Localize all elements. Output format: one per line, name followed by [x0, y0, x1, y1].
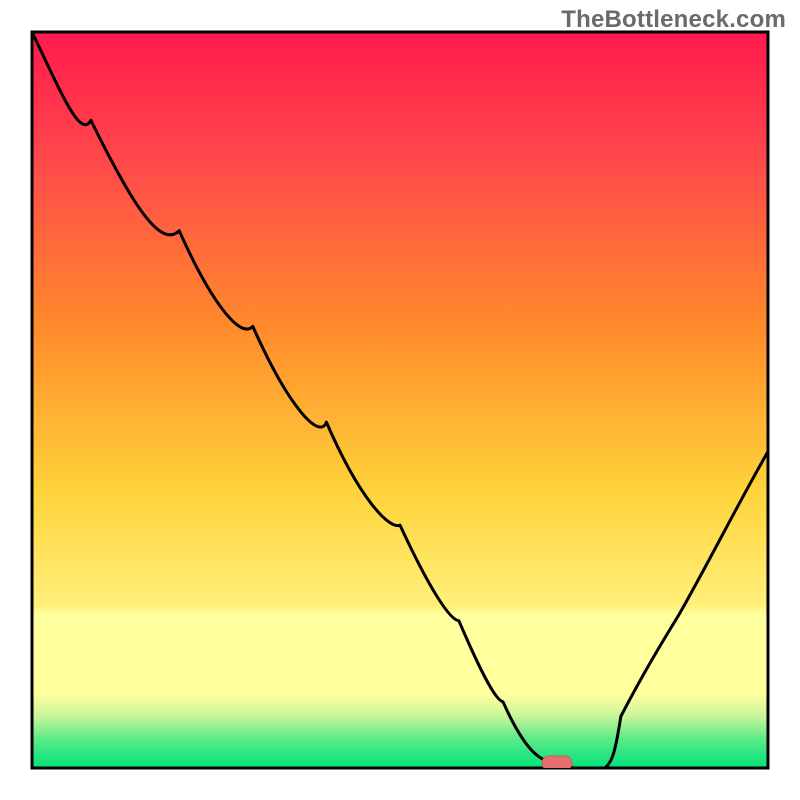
chart-container: TheBottleneck.com: [0, 0, 800, 800]
plot-background: [32, 32, 768, 768]
watermark-text: TheBottleneck.com: [561, 6, 786, 34]
bottleneck-chart: [0, 0, 800, 800]
minimum-marker: [542, 756, 572, 770]
